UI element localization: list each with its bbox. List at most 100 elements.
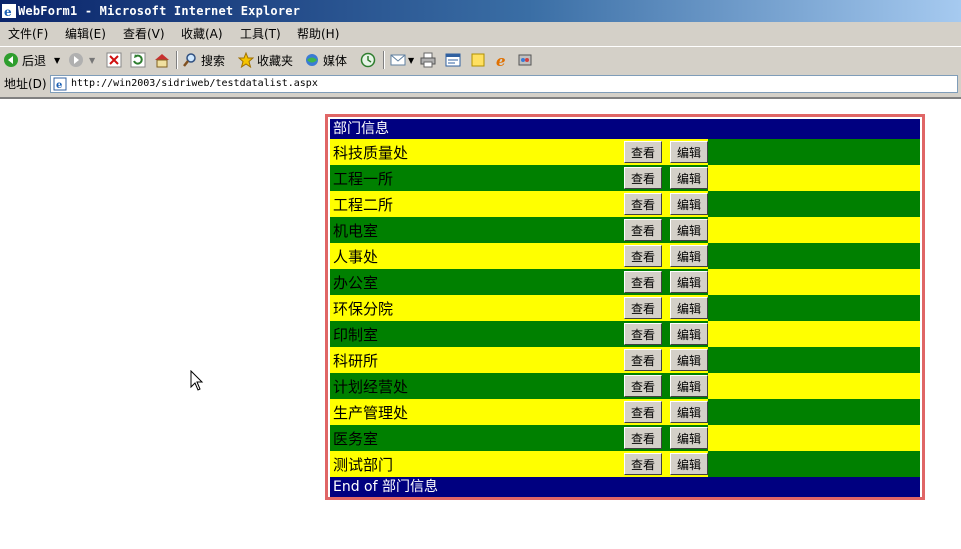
window-title: WebForm1 - Microsoft Internet Explorer (18, 4, 301, 18)
edit-page-button[interactable] (445, 50, 461, 70)
department-name: 机电室 (333, 221, 379, 240)
menu-view[interactable]: 查看(V) (123, 26, 165, 42)
view-button[interactable]: 查看 (624, 349, 662, 371)
media-icon (306, 54, 318, 66)
view-button[interactable]: 查看 (624, 427, 662, 449)
mail-button[interactable]: ▼ (390, 50, 414, 70)
search-icon (183, 53, 196, 67)
discuss-button[interactable] (470, 50, 486, 70)
media-label: 媒体 (323, 53, 348, 68)
row-trailing-fill (708, 165, 920, 191)
row-trailing-fill (708, 139, 920, 165)
department-datalist: 部门信息 科技质量处 查看 编辑 工程一所 查看 编辑 工程二所 查看 编辑 机电室 查看 编辑 人事处… (325, 114, 925, 500)
edit-button[interactable]: 编辑 (670, 453, 708, 475)
favorites-button[interactable]: 收藏夹 (238, 50, 293, 70)
media-button[interactable]: 媒体 (304, 50, 347, 70)
forward-button[interactable]: ▼ (68, 50, 95, 70)
toolbar-separator (176, 51, 178, 69)
department-name: 科技质量处 (333, 143, 409, 162)
star-icon (238, 52, 254, 68)
row-trailing-fill (708, 373, 920, 399)
table-row: 人事处 查看 编辑 (330, 243, 920, 269)
view-button[interactable]: 查看 (624, 297, 662, 319)
row-trailing-fill (708, 425, 920, 451)
edit-button[interactable]: 编辑 (670, 219, 708, 241)
table-row: 工程二所 查看 编辑 (330, 191, 920, 217)
department-name: 印制室 (333, 325, 379, 344)
menu-tools[interactable]: 工具(T) (240, 26, 281, 42)
edit-page-icon (445, 53, 461, 67)
view-button[interactable]: 查看 (624, 401, 662, 423)
row-trailing-fill (708, 269, 920, 295)
home-button[interactable] (153, 50, 171, 70)
back-button[interactable]: 后退 ▼ (3, 50, 60, 70)
row-trailing-fill (708, 295, 920, 321)
menu-help[interactable]: 帮助(H) (297, 26, 339, 42)
view-button[interactable]: 查看 (624, 141, 662, 163)
view-button[interactable]: 查看 (624, 167, 662, 189)
back-dropdown-icon[interactable]: ▼ (54, 56, 60, 65)
view-button[interactable]: 查看 (624, 323, 662, 345)
view-button[interactable]: 查看 (624, 245, 662, 267)
menu-favorites[interactable]: 收藏(A) (181, 26, 223, 42)
svg-text:e: e (496, 52, 506, 68)
mouse-cursor-icon (190, 370, 204, 391)
stop-icon (106, 52, 122, 68)
history-button[interactable] (360, 50, 376, 70)
edit-button[interactable]: 编辑 (670, 141, 708, 163)
favorites-label: 收藏夹 (257, 53, 294, 68)
messenger-button[interactable] (517, 50, 533, 70)
address-input[interactable]: e http://win2003/sidriweb/testdatalist.a… (50, 75, 958, 93)
view-button[interactable]: 查看 (624, 271, 662, 293)
row-trailing-fill (708, 347, 920, 373)
edit-button[interactable]: 编辑 (670, 375, 708, 397)
menu-bar: 文件(F) 编辑(E) 查看(V) 收藏(A) 工具(T) 帮助(H) (0, 22, 961, 47)
search-button[interactable]: 搜索 (182, 50, 225, 70)
forward-dropdown-icon[interactable]: ▼ (89, 56, 95, 65)
view-button[interactable]: 查看 (624, 375, 662, 397)
edit-button[interactable]: 编辑 (670, 193, 708, 215)
menu-file[interactable]: 文件(F) (8, 26, 48, 42)
table-row: 科技质量处 查看 编辑 (330, 139, 920, 165)
stop-button[interactable] (106, 50, 122, 70)
edit-button[interactable]: 编辑 (670, 427, 708, 449)
refresh-icon (130, 52, 146, 68)
mail-icon (390, 54, 406, 66)
department-name: 医务室 (333, 429, 379, 448)
home-icon (155, 54, 169, 68)
row-trailing-fill (708, 217, 920, 243)
table-row: 医务室 查看 编辑 (330, 425, 920, 451)
edit-button[interactable]: 编辑 (670, 349, 708, 371)
department-name: 办公室 (333, 273, 379, 292)
department-name: 人事处 (333, 247, 379, 266)
mail-dropdown-icon[interactable]: ▼ (408, 56, 414, 65)
row-trailing-fill (708, 399, 920, 425)
edit-button[interactable]: 编辑 (670, 401, 708, 423)
department-name: 工程二所 (333, 195, 394, 214)
table-row: 生产管理处 查看 编辑 (330, 399, 920, 425)
e-logo-icon: e (496, 52, 506, 68)
address-bar: 地址(D) e http://win2003/sidriweb/testdata… (0, 73, 961, 99)
edit-button[interactable]: 编辑 (670, 297, 708, 319)
refresh-button[interactable] (130, 50, 146, 70)
window-title-bar: e WebForm1 - Microsoft Internet Explorer (0, 0, 961, 22)
table-row: 办公室 查看 编辑 (330, 269, 920, 295)
svg-text:e: e (4, 5, 12, 18)
printer-icon (420, 52, 436, 68)
view-button[interactable]: 查看 (624, 219, 662, 241)
edit-button[interactable]: 编辑 (670, 167, 708, 189)
table-row: 环保分院 查看 编辑 (330, 295, 920, 321)
ie-button[interactable]: e (494, 50, 510, 70)
forward-arrow-icon (69, 53, 83, 67)
history-icon (360, 52, 376, 68)
table-row: 科研所 查看 编辑 (330, 347, 920, 373)
view-button[interactable]: 查看 (624, 193, 662, 215)
menu-edit[interactable]: 编辑(E) (65, 26, 106, 42)
view-button[interactable]: 查看 (624, 453, 662, 475)
toolbar-separator (383, 51, 385, 69)
edit-button[interactable]: 编辑 (670, 245, 708, 267)
print-button[interactable] (420, 50, 436, 70)
edit-button[interactable]: 编辑 (670, 271, 708, 293)
address-url[interactable]: http://win2003/sidriweb/testdatalist.asp… (71, 76, 318, 92)
edit-button[interactable]: 编辑 (670, 323, 708, 345)
